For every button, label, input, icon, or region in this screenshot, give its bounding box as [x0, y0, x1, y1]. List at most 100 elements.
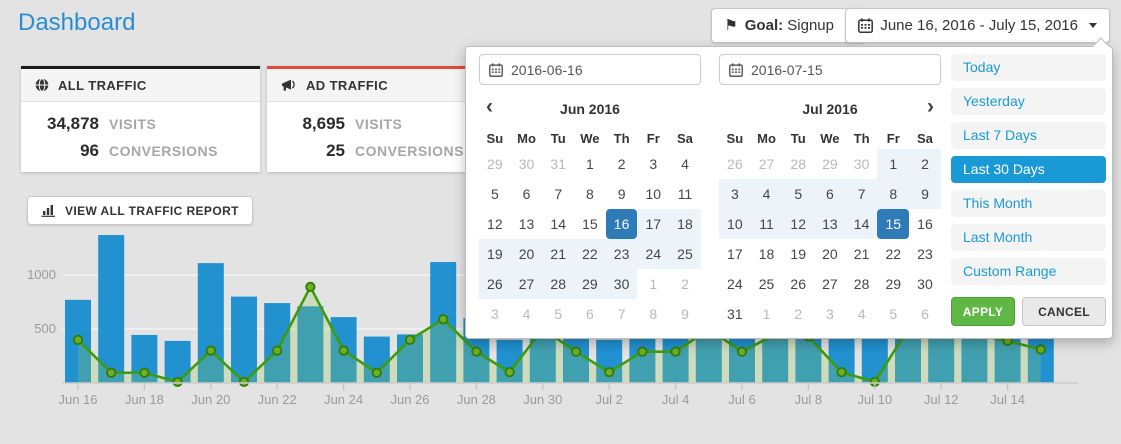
trend-point[interactable]: [207, 346, 215, 354]
trend-point[interactable]: [107, 369, 115, 377]
day-cell[interactable]: 16: [909, 209, 941, 239]
goal-dropdown-button[interactable]: ⚑ Goal: Signup: [711, 8, 866, 43]
trend-point[interactable]: [605, 368, 613, 376]
trend-point[interactable]: [306, 283, 314, 291]
day-cell[interactable]: 31: [542, 149, 574, 179]
day-cell[interactable]: 9: [909, 179, 941, 209]
day-cell[interactable]: 29: [877, 269, 909, 299]
day-cell[interactable]: 23: [909, 239, 941, 269]
day-cell[interactable]: 13: [511, 209, 543, 239]
day-cell[interactable]: 2: [782, 299, 814, 329]
visits-bar[interactable]: [231, 297, 257, 383]
day-cell[interactable]: 21: [846, 239, 878, 269]
day-cell[interactable]: 18: [751, 239, 783, 269]
day-cell[interactable]: 8: [877, 179, 909, 209]
day-cell[interactable]: 24: [637, 239, 669, 269]
day-cell[interactable]: 20: [511, 239, 543, 269]
trend-point[interactable]: [837, 368, 845, 376]
day-cell[interactable]: 17: [637, 209, 669, 239]
day-cell[interactable]: 14: [542, 209, 574, 239]
day-cell[interactable]: 27: [511, 269, 543, 299]
day-cell[interactable]: 28: [782, 149, 814, 179]
next-month-button[interactable]: ›: [927, 96, 934, 118]
day-cell[interactable]: 7: [542, 179, 574, 209]
visits-bar[interactable]: [98, 235, 124, 383]
day-cell[interactable]: 22: [574, 239, 606, 269]
day-cell[interactable]: 9: [606, 179, 638, 209]
trend-point[interactable]: [572, 347, 580, 355]
day-cell[interactable]: 2: [909, 149, 941, 179]
trend-point[interactable]: [638, 347, 646, 355]
day-cell[interactable]: 25: [669, 239, 701, 269]
day-cell[interactable]: 19: [479, 239, 511, 269]
day-cell[interactable]: 3: [637, 149, 669, 179]
day-cell[interactable]: 31: [719, 299, 751, 329]
trend-point[interactable]: [373, 369, 381, 377]
day-cell[interactable]: 28: [846, 269, 878, 299]
day-cell[interactable]: 29: [814, 149, 846, 179]
day-cell[interactable]: 27: [751, 149, 783, 179]
trend-point[interactable]: [240, 378, 248, 386]
day-cell[interactable]: 24: [719, 269, 751, 299]
preset-today[interactable]: Today: [951, 54, 1106, 81]
day-cell[interactable]: 4: [511, 299, 543, 329]
trend-point[interactable]: [140, 369, 148, 377]
trend-point[interactable]: [439, 315, 447, 323]
day-cell[interactable]: 29: [574, 269, 606, 299]
day-cell[interactable]: 1: [877, 149, 909, 179]
preset-yesterday[interactable]: Yesterday: [951, 88, 1106, 115]
day-cell[interactable]: 28: [542, 269, 574, 299]
date-range-button[interactable]: June 16, 2016 - July 15, 2016: [845, 8, 1110, 43]
preset-last-month[interactable]: Last Month: [951, 224, 1106, 251]
day-cell[interactable]: 23: [606, 239, 638, 269]
day-cell[interactable]: 3: [719, 179, 751, 209]
end-date-input[interactable]: 2016-07-15: [719, 54, 941, 85]
day-cell[interactable]: 30: [909, 269, 941, 299]
day-cell-selected[interactable]: 16: [606, 209, 638, 239]
day-cell[interactable]: 7: [606, 299, 638, 329]
day-cell[interactable]: 15: [574, 209, 606, 239]
day-cell[interactable]: 11: [751, 209, 783, 239]
day-cell[interactable]: 26: [719, 149, 751, 179]
trend-point[interactable]: [74, 336, 82, 344]
day-cell[interactable]: 5: [877, 299, 909, 329]
start-date-input[interactable]: 2016-06-16: [479, 54, 701, 85]
prev-month-button[interactable]: ‹: [486, 96, 493, 118]
apply-button[interactable]: APPLY: [951, 297, 1015, 326]
day-cell[interactable]: 12: [782, 209, 814, 239]
day-cell[interactable]: 1: [637, 269, 669, 299]
day-cell[interactable]: 2: [669, 269, 701, 299]
day-cell[interactable]: 3: [479, 299, 511, 329]
day-cell[interactable]: 20: [814, 239, 846, 269]
day-cell[interactable]: 25: [751, 269, 783, 299]
day-cell[interactable]: 1: [574, 149, 606, 179]
trend-point[interactable]: [472, 347, 480, 355]
trend-point[interactable]: [406, 336, 414, 344]
preset-custom-range[interactable]: Custom Range: [951, 258, 1106, 285]
trend-point[interactable]: [273, 346, 281, 354]
trend-point[interactable]: [505, 368, 513, 376]
day-cell[interactable]: 4: [669, 149, 701, 179]
day-cell[interactable]: 8: [574, 179, 606, 209]
day-cell[interactable]: 30: [511, 149, 543, 179]
day-cell-selected[interactable]: 15: [877, 209, 909, 239]
day-cell[interactable]: 8: [637, 299, 669, 329]
day-cell[interactable]: 14: [846, 209, 878, 239]
day-cell[interactable]: 19: [782, 239, 814, 269]
day-cell[interactable]: 6: [574, 299, 606, 329]
day-cell[interactable]: 26: [479, 269, 511, 299]
day-cell[interactable]: 13: [814, 209, 846, 239]
cancel-button[interactable]: CANCEL: [1022, 297, 1106, 326]
day-cell[interactable]: 1: [751, 299, 783, 329]
preset-this-month[interactable]: This Month: [951, 190, 1106, 217]
day-cell[interactable]: 10: [637, 179, 669, 209]
view-all-traffic-report-button[interactable]: VIEW ALL TRAFFIC REPORT: [27, 196, 253, 225]
day-cell[interactable]: 2: [606, 149, 638, 179]
day-cell[interactable]: 5: [782, 179, 814, 209]
day-cell[interactable]: 30: [606, 269, 638, 299]
day-cell[interactable]: 26: [782, 269, 814, 299]
day-cell[interactable]: 3: [814, 299, 846, 329]
day-cell[interactable]: 5: [542, 299, 574, 329]
day-cell[interactable]: 29: [479, 149, 511, 179]
preset-last-30-days[interactable]: Last 30 Days: [951, 156, 1106, 183]
